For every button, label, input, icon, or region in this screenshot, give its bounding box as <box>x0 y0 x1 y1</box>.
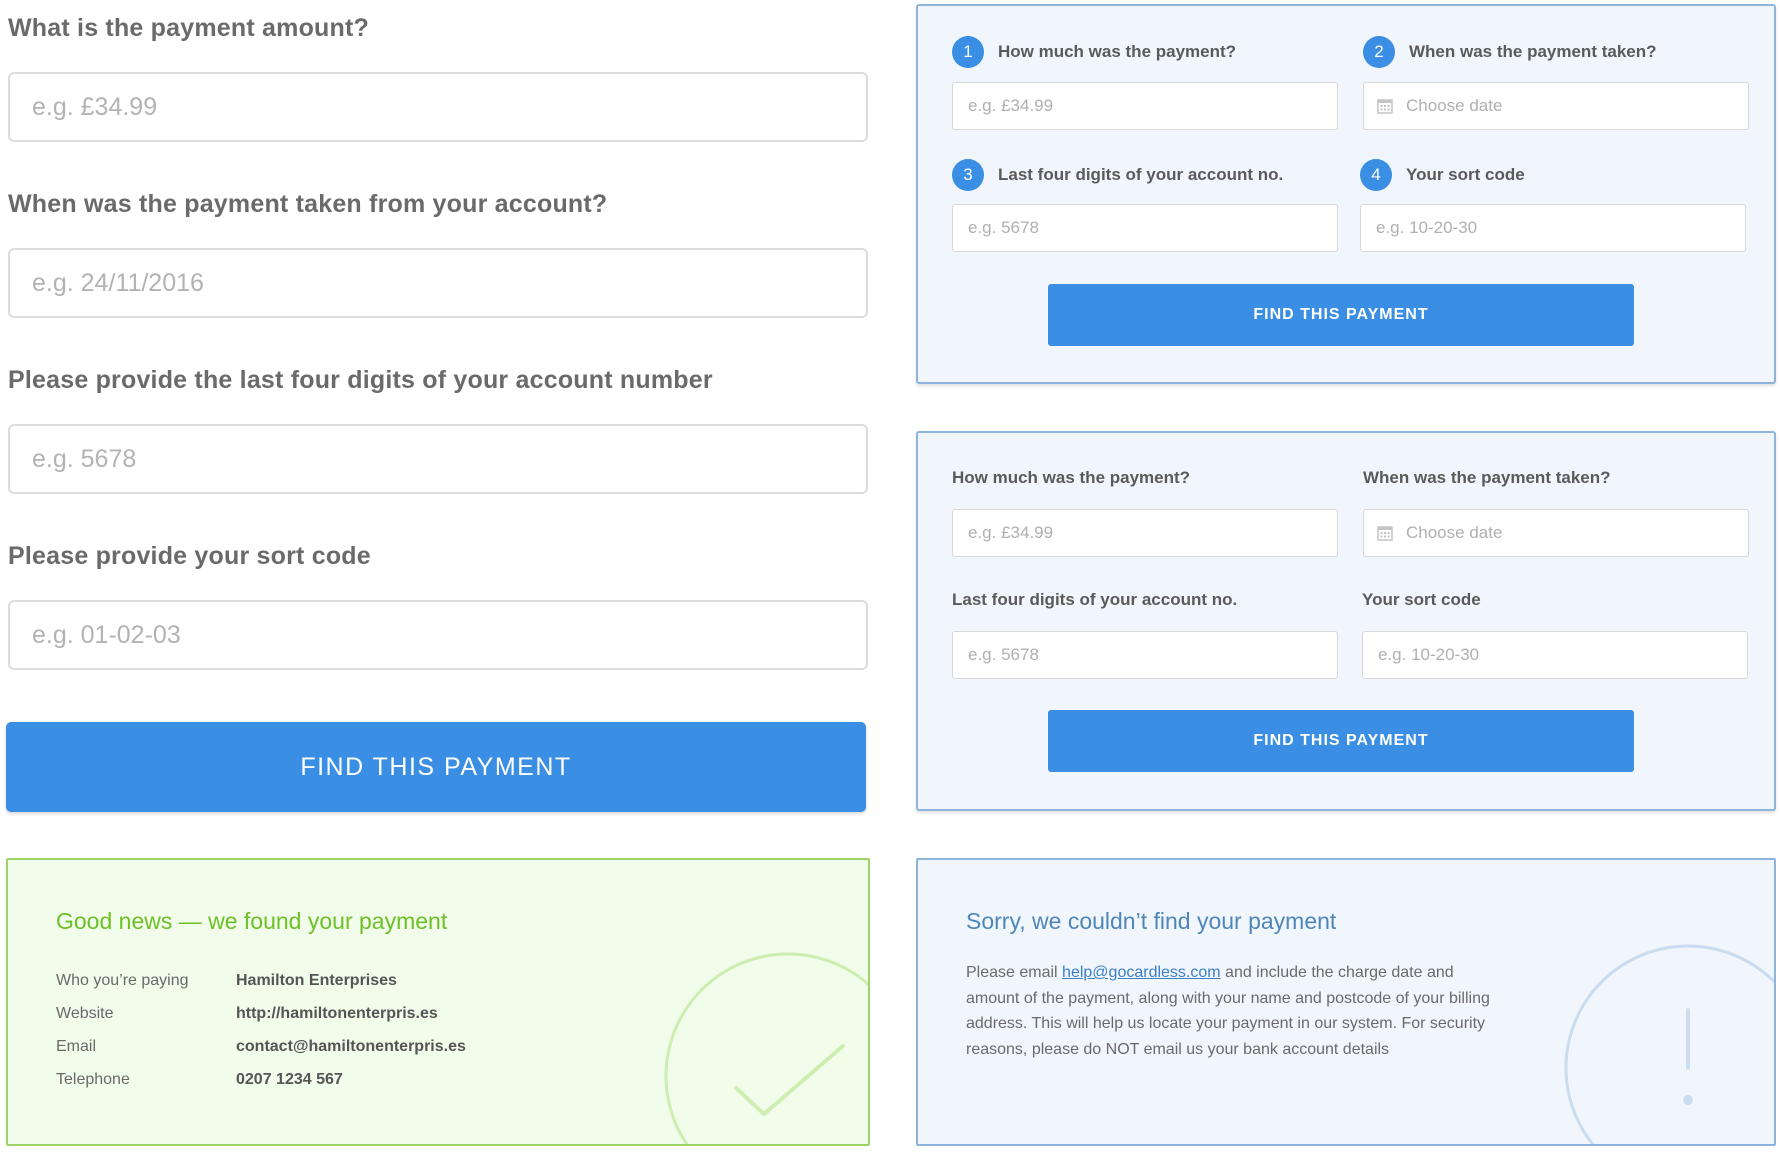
detail-key: Email <box>56 1037 97 1055</box>
help-email-link[interactable]: help@gocardless.com <box>1062 964 1221 981</box>
numbered-payment-form: 1 How much was the payment? 2 When was t… <box>916 4 1776 384</box>
step-badge-2: 2 <box>1363 36 1395 68</box>
failure-title: Sorry, we couldn’t find your payment <box>966 908 1337 934</box>
amount-label: What is the payment amount? <box>8 14 369 42</box>
date-label: 2 When was the payment taken? <box>1363 36 1657 68</box>
date-input[interactable] <box>8 248 868 318</box>
sort-code-label: Please provide your sort code <box>8 542 371 570</box>
payment-not-found-panel: Sorry, we couldn’t find your payment Ple… <box>916 858 1776 1146</box>
detail-value: 0207 1234 567 <box>236 1070 343 1088</box>
sort-code-label: Your sort code <box>1362 590 1481 609</box>
sort-code-label: 4 Your sort code <box>1360 159 1525 191</box>
date-picker[interactable] <box>1363 509 1749 557</box>
account-digits-label: 3 Last four digits of your account no. <box>952 159 1283 191</box>
step-badge-3: 3 <box>952 159 984 191</box>
calendar-icon <box>1377 99 1393 114</box>
payment-found-panel: Good news — we found your payment Who yo… <box>6 858 870 1146</box>
date-input[interactable] <box>1363 509 1749 557</box>
find-payment-button[interactable]: FIND THIS PAYMENT <box>6 722 866 812</box>
account-digits-label: Last four digits of your account no. <box>952 590 1238 609</box>
failure-text-before: Please email <box>966 964 1063 981</box>
detail-row: Email contact@hamiltonenterpris.es <box>56 1030 466 1063</box>
failure-message: Please email help@gocardless.com and inc… <box>966 960 1506 1062</box>
account-digits-input[interactable] <box>952 631 1338 679</box>
step-badge-4: 4 <box>1360 159 1392 191</box>
detail-key: Telephone <box>56 1070 130 1088</box>
amount-input[interactable] <box>8 72 868 142</box>
detail-row: Telephone 0207 1234 567 <box>56 1063 466 1096</box>
date-label: When was the payment taken from your acc… <box>8 190 608 218</box>
account-digits-input[interactable] <box>8 424 868 494</box>
account-digits-input[interactable] <box>952 204 1338 252</box>
account-digits-label-text: Last four digits of your account no. <box>998 165 1284 184</box>
date-picker[interactable] <box>1363 82 1749 130</box>
detail-value: http://hamiltonenterpris.es <box>236 1004 438 1022</box>
date-label: When was the payment taken? <box>1363 468 1611 487</box>
checkmark-icon <box>664 952 868 1144</box>
exclamation-icon <box>1564 944 1774 1144</box>
find-payment-button[interactable]: FIND THIS PAYMENT <box>1048 284 1634 346</box>
detail-row: Website http://hamiltonenterpris.es <box>56 997 466 1030</box>
detail-key: Website <box>56 1004 114 1022</box>
plain-payment-form: How much was the payment? When was the p… <box>916 431 1776 811</box>
sort-code-input[interactable] <box>1362 631 1748 679</box>
payee-details: Who you’re paying Hamilton Enterprises W… <box>56 964 466 1096</box>
find-payment-button[interactable]: FIND THIS PAYMENT <box>1048 710 1634 772</box>
detail-value: contact@hamiltonenterpris.es <box>236 1037 466 1055</box>
detail-row: Who you’re paying Hamilton Enterprises <box>56 964 466 997</box>
amount-input[interactable] <box>952 509 1338 557</box>
step-badge-1: 1 <box>952 36 984 68</box>
amount-input[interactable] <box>952 82 1338 130</box>
account-digits-label: Please provide the last four digits of y… <box>8 366 713 394</box>
amount-label: How much was the payment? <box>952 468 1191 487</box>
date-label-text: When was the payment taken? <box>1409 42 1657 61</box>
amount-label-text: How much was the payment? <box>998 42 1237 61</box>
calendar-icon <box>1377 526 1393 541</box>
success-title: Good news — we found your payment <box>56 908 448 934</box>
sort-code-input[interactable] <box>1360 204 1746 252</box>
sort-code-label-text: Your sort code <box>1406 165 1525 184</box>
date-input[interactable] <box>1363 82 1749 130</box>
detail-value: Hamilton Enterprises <box>236 971 397 989</box>
detail-key: Who you’re paying <box>56 971 189 989</box>
sort-code-input[interactable] <box>8 600 868 670</box>
amount-label: 1 How much was the payment? <box>952 36 1236 68</box>
